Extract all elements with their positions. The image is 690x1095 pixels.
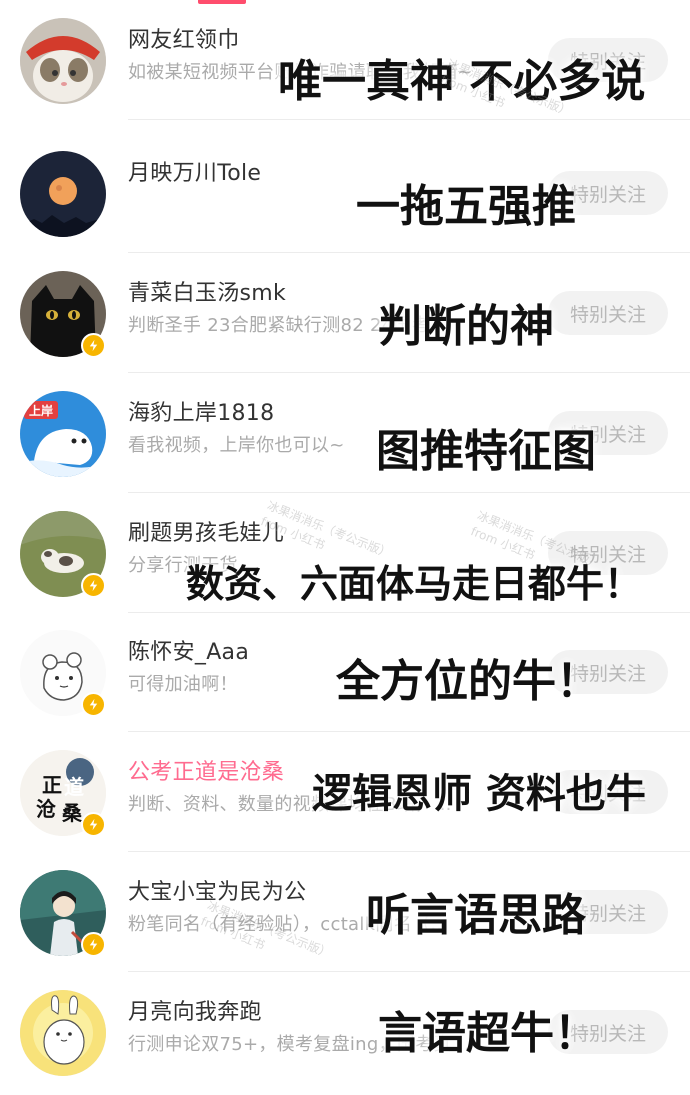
avatar[interactable] [20,151,106,237]
row-divider [128,119,690,120]
username[interactable]: 网友红领巾 [128,22,240,54]
list-item[interactable]: 上岸 海豹上岸1818 看我视频，上岸你也可以~ 特别关注 图推特征图 [0,373,690,493]
overlay-caption: 逻辑恩师 资料也牛 [312,771,646,817]
avatar[interactable] [20,18,106,104]
overlay-caption: 一拖五强推 [356,181,576,232]
cat-bandana-avatar-icon [20,18,106,104]
username[interactable]: 刷题男孩毛娃儿 [128,515,284,547]
username[interactable]: 月亮向我奔跑 [128,994,262,1026]
avatar-text: 上岸 [29,403,53,418]
avatar-text-part: 正 [42,773,62,797]
following-list: 网友红领巾 如被某短视频平台账号诈骗请联系我邮箱~ 特别关注 唯一真神 不必多说… [0,0,690,1095]
avatar[interactable]: 上岸 [20,391,106,477]
moon-avatar-icon [20,151,106,237]
list-item[interactable]: 网友红领巾 如被某短视频平台账号诈骗请联系我邮箱~ 特别关注 唯一真神 不必多说 [0,0,690,120]
username[interactable]: 公考正道是沧桑 [128,754,284,786]
verified-badge-icon [81,812,106,837]
user-description: 看我视频，上岸你也可以~ [128,435,345,456]
verified-badge-icon [81,333,106,358]
list-item[interactable]: 月亮向我奔跑 行测申论双75+，模考复盘ing，国考真… 特别关注 言语超牛！ [0,972,690,1092]
avatar-text-part: 道 [64,775,84,799]
username[interactable]: 青菜白玉汤smk [128,275,286,307]
overlay-caption: 图推特征图 [376,426,596,477]
verified-badge-icon [81,932,106,957]
avatar-text-part: 沧 [36,797,56,821]
verified-badge-icon [81,692,106,717]
list-item[interactable]: 大宝小宝为民为公 粉笔同名（有经验贴），cctalk同名（… 特别关注 听言语思… [0,852,690,972]
username[interactable]: 海豹上岸1818 [128,395,274,427]
overlay-caption: 判断的神 [378,301,554,352]
overlay-caption: 听言语思路 [366,890,586,941]
avatar[interactable] [20,990,106,1076]
overlay-caption: 唯一真神 不必多说 [278,56,646,107]
list-item[interactable]: 陈怀安_Aaa 可得加油啊！ 特别关注 全方位的牛！ [0,612,690,732]
username[interactable]: 大宝小宝为民为公 [128,874,306,906]
rabbit-avatar-icon [20,990,106,1076]
overlay-caption: 言语超牛！ [378,1008,598,1059]
list-item[interactable]: 刷题男孩毛娃儿 分享行测干货 特别关注 数资、六面体马走日都牛！ [0,493,690,613]
verified-badge-icon [81,573,106,598]
follow-button[interactable]: 特别关注 [548,291,668,335]
user-description: 可得加油啊！ [128,674,238,695]
list-item[interactable]: 正 道 沧 桑 公考正道是沧桑 判断、资料、数量的视频课均在B站，… 特别关注 … [0,732,690,852]
seal-avatar-icon: 上岸 [20,391,106,477]
username[interactable]: 月映万川Tole [128,155,261,187]
overlay-caption: 全方位的牛！ [336,656,600,707]
username[interactable]: 陈怀安_Aaa [128,634,249,666]
overlay-caption: 数资、六面体马走日都牛！ [186,562,643,606]
avatar-text-part: 桑 [62,801,83,825]
list-item[interactable]: 月映万川Tole 特别关注 一拖五强推 [0,133,690,253]
list-item[interactable]: 青菜白玉汤smk 判断圣手 23合肥紧缺行测82 24国考… 特别关注 判断的神 [0,253,690,373]
